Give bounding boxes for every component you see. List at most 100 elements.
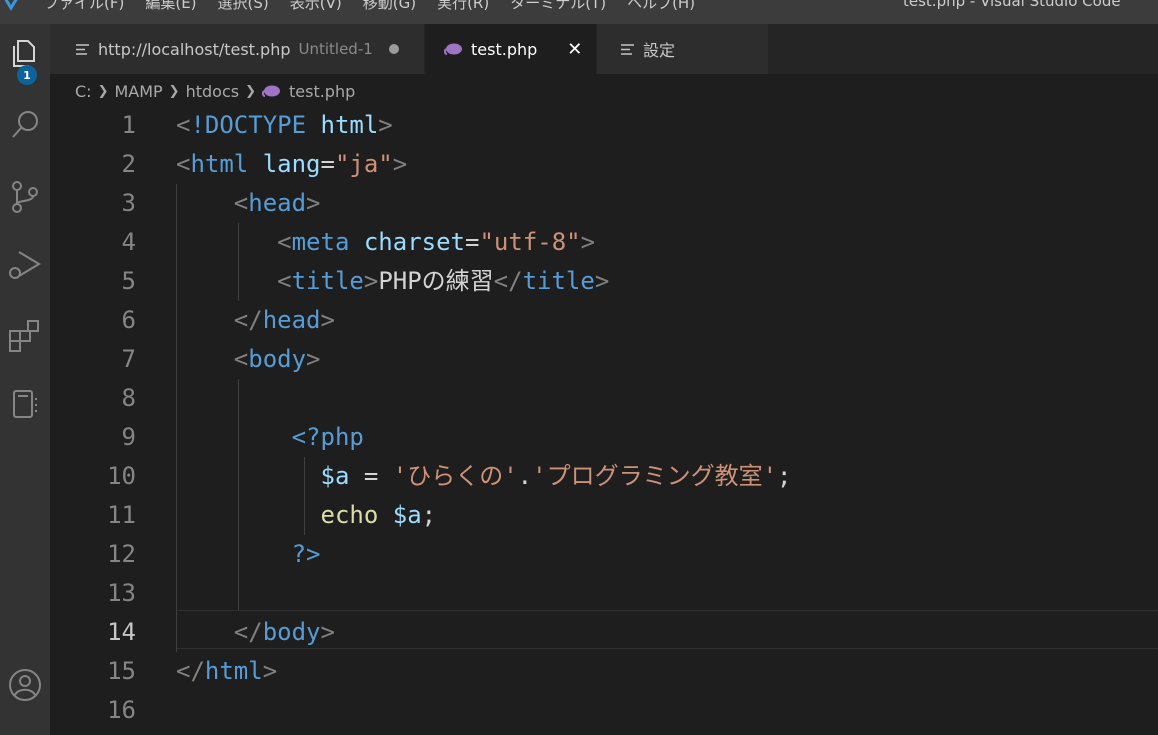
code-line[interactable]: </body> xyxy=(176,613,335,652)
code-line[interactable]: <!DOCTYPE html> xyxy=(176,106,393,145)
menu-terminal[interactable]: ターミナル(T) xyxy=(510,0,606,13)
code-line[interactable]: ?> xyxy=(176,535,321,574)
code-token: > xyxy=(262,657,278,685)
code-line[interactable]: $a = 'ひらくの'.'プログラミング教室'; xyxy=(176,457,792,496)
code-token: head xyxy=(248,189,307,217)
code-token: < xyxy=(176,111,191,139)
line-number: 13 xyxy=(107,579,136,607)
lines-icon xyxy=(76,43,89,55)
code-token: < xyxy=(277,267,292,295)
code-token: </ xyxy=(176,657,205,685)
line-number: 6 xyxy=(121,306,136,334)
code-token: meta xyxy=(291,228,350,256)
breadcrumb-item-mamp[interactable]: MAMP xyxy=(114,82,162,101)
code-line[interactable]: <body> xyxy=(176,340,321,379)
menu-help[interactable]: ヘルプ(H) xyxy=(627,0,695,13)
menu-run[interactable]: 実行(R) xyxy=(437,0,489,13)
lines-icon xyxy=(621,43,634,55)
line-number: 3 xyxy=(121,189,136,217)
menu-file[interactable]: ファイル(F) xyxy=(44,0,124,13)
code-line[interactable]: <html lang="ja"> xyxy=(176,145,407,184)
extensions-icon xyxy=(9,320,39,352)
php-elephant-icon xyxy=(261,85,280,97)
code-token: < xyxy=(176,150,191,178)
code-token: head xyxy=(262,306,321,334)
run-debug-icon xyxy=(9,251,41,279)
tab-label: 設定 xyxy=(643,41,676,60)
code-token: = xyxy=(349,462,393,490)
code-token: html xyxy=(190,150,249,178)
menu-edit[interactable]: 編集(E) xyxy=(145,0,196,13)
code-line[interactable]: echo $a; xyxy=(176,496,437,535)
source-control-icon xyxy=(12,181,38,213)
line-number: 8 xyxy=(121,384,136,412)
breadcrumb-item-file[interactable]: test.php xyxy=(289,82,355,101)
explorer-badge: 1 xyxy=(17,65,37,85)
code-token: 'ひらくの' xyxy=(392,462,518,490)
line-number: 14 xyxy=(107,618,136,646)
vscode-logo-icon xyxy=(4,0,18,11)
run-debug-button[interactable] xyxy=(0,239,50,289)
code-token: html xyxy=(204,657,263,685)
code-token: > xyxy=(378,111,393,139)
code-token: "ja" xyxy=(334,150,393,178)
activity-bar: 1 xyxy=(0,24,50,735)
code-token: title xyxy=(522,267,595,295)
menu-selection[interactable]: 選択(S) xyxy=(218,0,269,13)
close-icon[interactable]: ✕ xyxy=(567,39,582,60)
code-token: "utf-8" xyxy=(479,228,581,256)
code-token: > xyxy=(306,189,321,217)
source-control-button[interactable] xyxy=(0,172,50,222)
code-token: </ xyxy=(493,267,523,295)
menu-bar: ファイル(F) 編集(E) 選択(S) 表示(V) 移動(G) 実行(R) ター… xyxy=(44,0,716,13)
explorer-button[interactable]: 1 xyxy=(0,28,50,85)
code-token: html xyxy=(320,111,379,139)
search-button[interactable] xyxy=(0,100,50,150)
line-number: 1 xyxy=(121,111,136,139)
menu-view[interactable]: 表示(V) xyxy=(290,0,342,13)
code-line[interactable]: <title>PHPの練習</title> xyxy=(176,262,609,301)
tab-localhost-preview[interactable]: http://localhost/test.php Untitled-1 xyxy=(50,24,425,74)
extensions-button[interactable] xyxy=(0,311,50,361)
menu-go[interactable]: 移動(G) xyxy=(363,0,416,13)
title-bar: ファイル(F) 編集(E) 選択(S) 表示(V) 移動(G) 実行(R) ター… xyxy=(0,0,1158,24)
code-editor[interactable]: 1 <!DOCTYPE html> 2 <html lang="ja"> 3 <head… xyxy=(50,106,1158,735)
tab-bar: http://localhost/test.php Untitled-1 tes… xyxy=(50,24,1158,74)
code-token: > xyxy=(392,150,408,178)
code-token: = xyxy=(320,150,335,178)
code-line[interactable]: </head> xyxy=(176,301,335,340)
code-token: = xyxy=(465,228,480,256)
account-icon xyxy=(9,669,41,701)
line-number: 15 xyxy=(107,657,136,685)
code-line[interactable]: <meta charset="utf-8"> xyxy=(176,223,595,262)
tab-test-php[interactable]: test.php ✕ xyxy=(425,24,597,74)
account-button[interactable] xyxy=(0,660,50,710)
code-line[interactable]: <?php xyxy=(176,418,364,457)
remote-explorer-button[interactable] xyxy=(0,379,50,429)
code-token: PHPの練習 xyxy=(378,267,494,295)
code-line[interactable]: </html> xyxy=(176,652,277,691)
breadcrumb-item-drive[interactable]: C: xyxy=(75,82,92,101)
code-token: </ xyxy=(233,306,263,334)
php-elephant-icon xyxy=(444,43,462,55)
code-token: </ xyxy=(233,618,263,646)
tab-settings[interactable]: 設定 xyxy=(597,24,769,74)
code-token: lang xyxy=(262,150,321,178)
chevron-right-icon: ❯ xyxy=(97,83,109,99)
unsaved-dot-icon[interactable] xyxy=(388,44,399,54)
code-token: 'プログラミング教室' xyxy=(532,462,778,490)
tab-description: Untitled-1 xyxy=(298,40,373,58)
search-icon xyxy=(12,111,38,138)
tab-label: test.php xyxy=(471,39,538,59)
code-token: $a xyxy=(320,462,350,490)
line-number: 7 xyxy=(121,345,136,373)
code-line[interactable]: <head> xyxy=(176,184,321,223)
breadcrumb-item-htdocs[interactable]: htdocs xyxy=(186,82,240,101)
